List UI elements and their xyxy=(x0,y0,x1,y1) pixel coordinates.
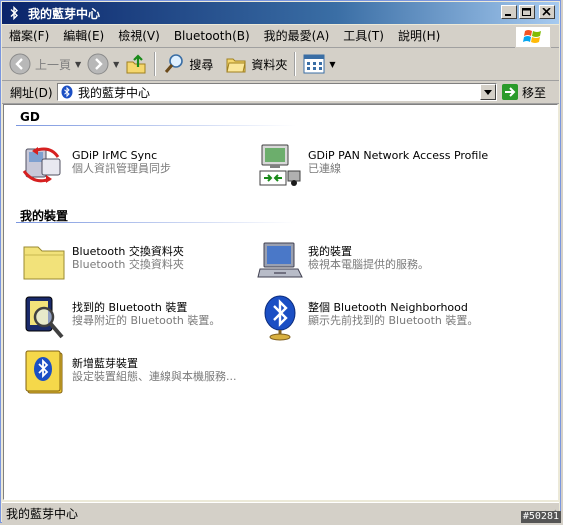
up-folder-icon xyxy=(126,54,146,74)
go-arrow-icon xyxy=(502,84,518,100)
views-icon xyxy=(303,54,325,74)
item-entire-bluetooth-neighborhood[interactable]: 整個 Bluetooth Neighborhood 顯示先前找到的 Blueto… xyxy=(256,293,556,341)
go-label: 移至 xyxy=(522,85,547,100)
views-button[interactable]: ▼ xyxy=(300,50,338,78)
item-subtitle: 顯示先前找到的 Bluetooth 裝置。 xyxy=(308,314,479,327)
maximize-icon xyxy=(522,8,531,16)
folders-button[interactable]: 資料夾 xyxy=(222,50,290,78)
window-controls xyxy=(501,5,555,19)
item-title: 找到的 Bluetooth 裝置 xyxy=(72,301,188,314)
address-label: 網址(D) xyxy=(10,85,53,100)
pim-sync-icon xyxy=(22,147,61,183)
address-value: 我的藍芽中心 xyxy=(78,85,151,100)
forward-arrow-icon xyxy=(87,53,109,75)
group-divider xyxy=(16,125,296,126)
address-input[interactable]: 我的藍芽中心 xyxy=(57,83,497,101)
item-subtitle: 搜尋附近的 Bluetooth 裝置。 xyxy=(72,314,221,327)
status-text: 我的藍芽中心 xyxy=(6,506,79,521)
back-dropdown-icon[interactable]: ▼ xyxy=(75,60,81,69)
windows-logo-icon xyxy=(515,26,551,48)
menu-favorites[interactable]: 我的最愛(A) xyxy=(257,25,337,47)
folders-icon xyxy=(226,58,246,73)
bluetooth-icon xyxy=(61,85,73,99)
toolbar-separator xyxy=(154,52,157,76)
item-text: 我的裝置 檢視本電腦提供的服務。 xyxy=(308,237,429,271)
content-pane: GD GDiP IrMC Sync 個人資訊管理員同步 GDiP PAN Net… xyxy=(3,104,558,500)
item-pan-network-access[interactable]: GDiP PAN Network Access Profile 已連線 xyxy=(256,141,556,189)
item-bluetooth-exchange-folder[interactable]: Bluetooth 交換資料夾 Bluetooth 交換資料夾 xyxy=(20,237,250,285)
views-dropdown-icon[interactable]: ▼ xyxy=(329,60,335,69)
device-search-icon xyxy=(25,296,64,339)
maximize-button[interactable] xyxy=(519,5,535,19)
item-title: 整個 Bluetooth Neighborhood xyxy=(308,301,468,314)
window-title: 我的藍芽中心 xyxy=(28,6,101,21)
folder-icon xyxy=(23,246,65,280)
menu-tools[interactable]: 工具(T) xyxy=(336,25,391,47)
search-button[interactable]: 搜尋 xyxy=(160,50,216,78)
search-label: 搜尋 xyxy=(189,57,214,72)
item-subtitle: 個人資訊管理員同步 xyxy=(72,162,171,175)
item-text: 新增藍芽裝置 設定裝置組態、連線與本機服務... xyxy=(72,349,237,383)
menu-help[interactable]: 說明(H) xyxy=(391,25,447,47)
network-access-icon xyxy=(259,144,301,186)
back-label: 上一頁 xyxy=(35,57,72,72)
group-header-gd: GD xyxy=(20,110,40,124)
item-text: GDiP PAN Network Access Profile 已連線 xyxy=(308,141,488,175)
item-text: Bluetooth 交換資料夾 Bluetooth 交換資料夾 xyxy=(72,237,184,271)
toolbar-separator xyxy=(294,52,297,76)
minimize-button[interactable] xyxy=(501,5,517,19)
minimize-icon xyxy=(505,14,511,16)
item-text: 整個 Bluetooth Neighborhood 顯示先前找到的 Blueto… xyxy=(308,293,478,327)
bluetooth-icon xyxy=(6,5,22,21)
forward-dropdown-icon[interactable]: ▼ xyxy=(113,60,119,69)
group-divider xyxy=(16,222,296,223)
item-subtitle: 設定裝置組態、連線與本機服務... xyxy=(72,370,237,383)
status-bar: 我的藍芽中心 xyxy=(2,502,559,523)
menu-edit[interactable]: 編輯(E) xyxy=(56,25,111,47)
item-found-bluetooth-devices[interactable]: 找到的 Bluetooth 裝置 搜尋附近的 Bluetooth 裝置。 xyxy=(20,293,250,341)
item-add-bluetooth-device[interactable]: 新增藍芽裝置 設定裝置組態、連線與本機服務... xyxy=(20,349,300,397)
close-icon xyxy=(542,8,551,16)
back-arrow-icon xyxy=(9,53,31,75)
add-bluetooth-device-icon xyxy=(25,350,63,394)
item-title: 新增藍芽裝置 xyxy=(72,357,138,370)
menu-file[interactable]: 檔案(F) xyxy=(2,25,56,47)
address-dropdown-button[interactable] xyxy=(480,84,496,100)
forward-button[interactable]: ▼ xyxy=(84,50,122,78)
go-button[interactable]: 移至 xyxy=(502,82,546,102)
item-text: GDiP IrMC Sync 個人資訊管理員同步 xyxy=(72,141,171,175)
explorer-window: 我的藍芽中心 檔案(F) 編輯(E) 檢視(V) Bluetooth(B) 我的… xyxy=(0,0,561,523)
item-my-device[interactable]: 我的裝置 檢視本電腦提供的服務。 xyxy=(256,237,556,285)
item-title: GDiP PAN Network Access Profile xyxy=(308,149,489,162)
address-bar: 網址(D) 我的藍芽中心 移至 xyxy=(2,81,559,104)
item-subtitle: 檢視本電腦提供的服務。 xyxy=(308,258,429,271)
item-text: 找到的 Bluetooth 裝置 搜尋附近的 Bluetooth 裝置。 xyxy=(72,293,220,327)
search-icon xyxy=(165,54,184,73)
chevron-down-icon xyxy=(484,89,492,95)
menu-view[interactable]: 檢視(V) xyxy=(111,25,167,47)
watermark-id: #50281 xyxy=(520,511,561,523)
close-button[interactable] xyxy=(539,5,555,19)
item-title: Bluetooth 交換資料夾 xyxy=(72,245,184,258)
title-bar[interactable]: 我的藍芽中心 xyxy=(2,2,559,24)
menu-bar: 檔案(F) 編輯(E) 檢視(V) Bluetooth(B) 我的最愛(A) 工… xyxy=(2,25,559,48)
item-title: 我的裝置 xyxy=(308,245,352,258)
folders-label: 資料夾 xyxy=(251,57,288,72)
back-button[interactable]: 上一頁 ▼ xyxy=(6,50,84,78)
menu-bluetooth[interactable]: Bluetooth(B) xyxy=(167,25,257,47)
toolbar: 上一頁 ▼ ▼ 搜尋 資料夾 ▼ xyxy=(2,48,559,81)
item-title: GDiP IrMC Sync xyxy=(72,149,158,162)
item-subtitle: 已連線 xyxy=(308,162,341,175)
item-subtitle: Bluetooth 交換資料夾 xyxy=(72,258,184,271)
bluetooth-globe-icon xyxy=(264,295,296,341)
laptop-icon xyxy=(257,242,303,278)
up-folder-button[interactable] xyxy=(122,50,150,78)
item-irmc-sync[interactable]: GDiP IrMC Sync 個人資訊管理員同步 xyxy=(20,141,250,189)
